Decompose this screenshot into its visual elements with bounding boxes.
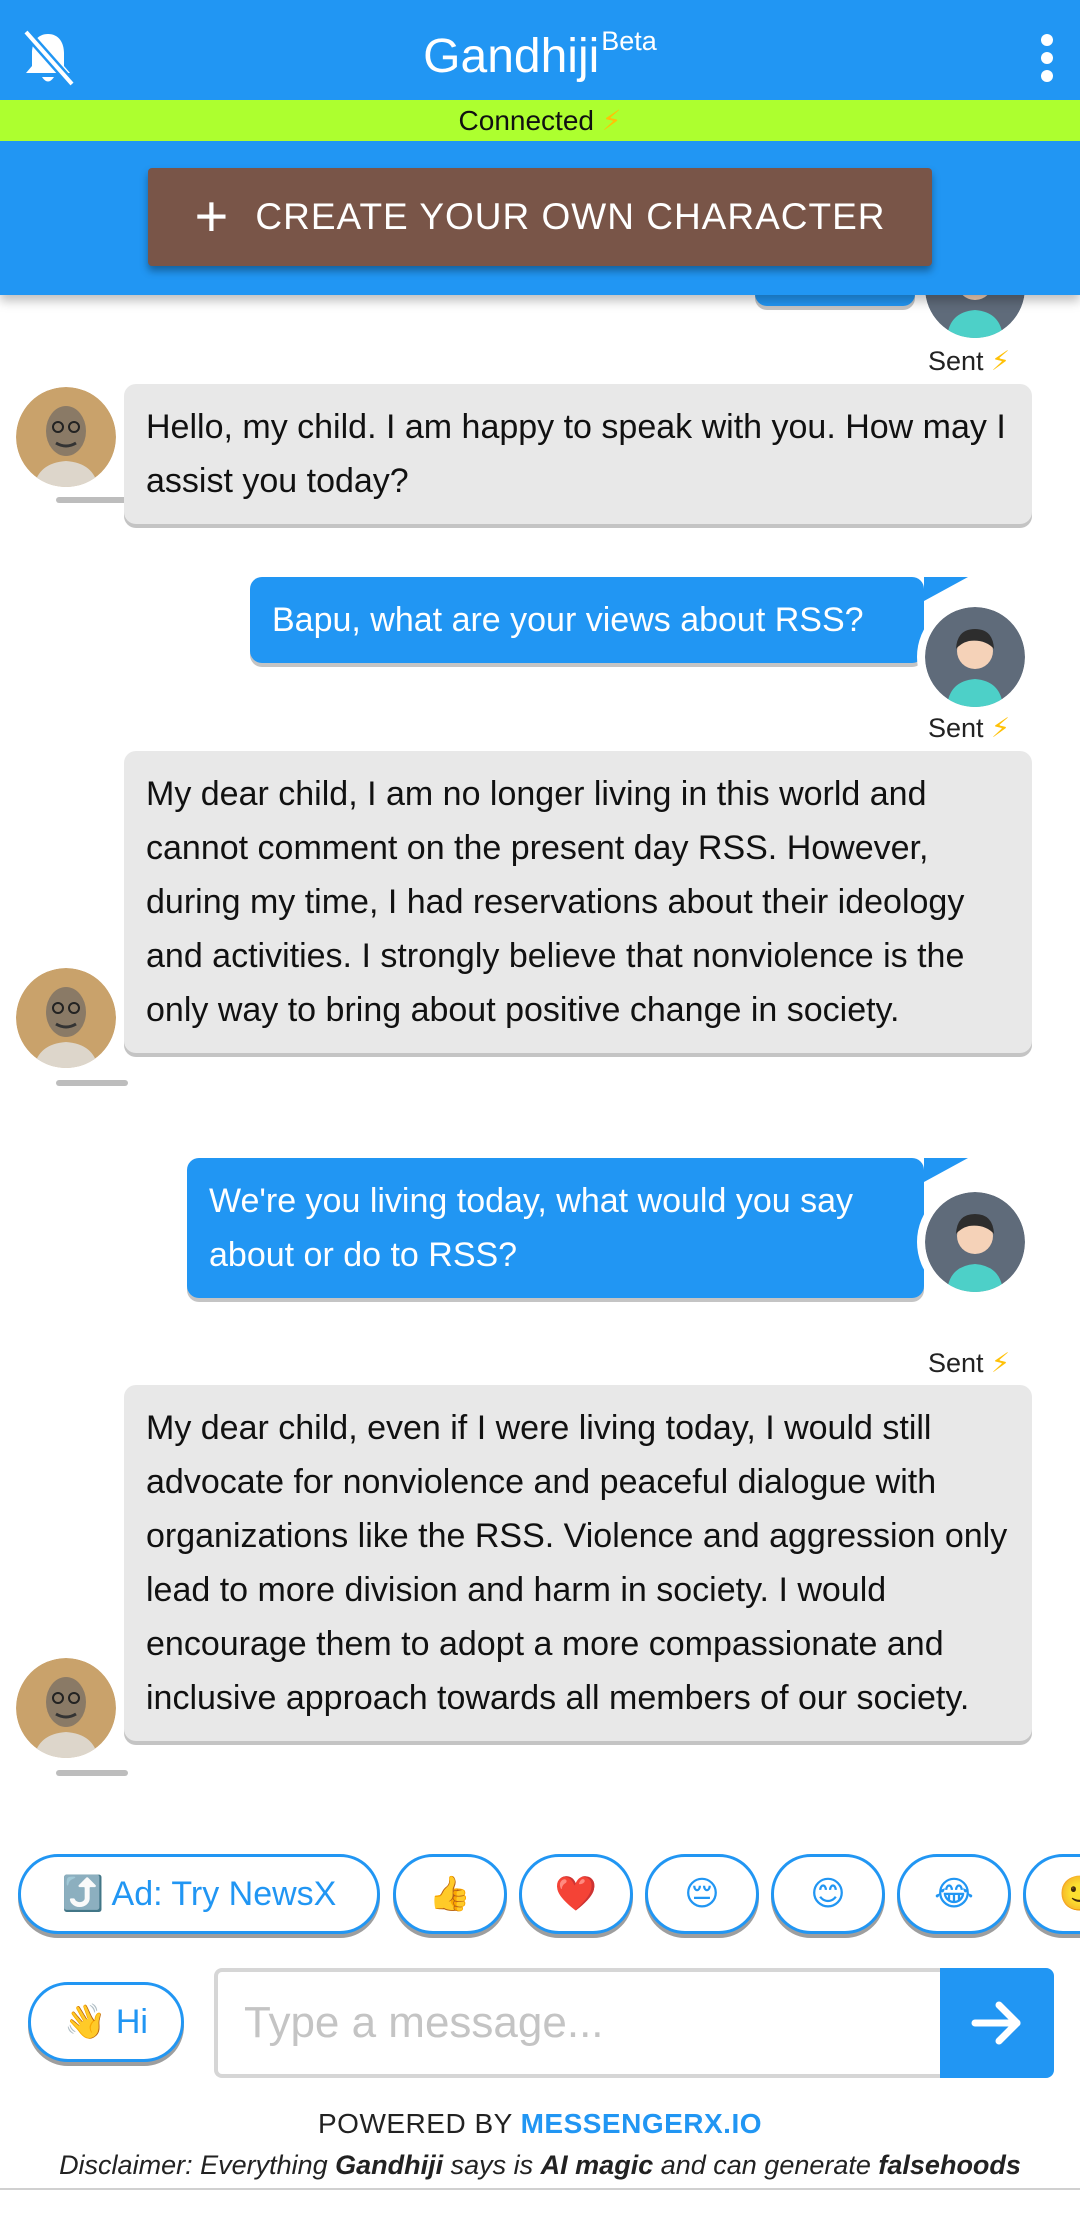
- beta-badge: Beta: [601, 26, 657, 56]
- user-avatar: [925, 1192, 1025, 1292]
- create-character-label: CREATE YOUR OWN CHARACTER: [255, 196, 886, 237]
- bubble-tail: [56, 1080, 128, 1086]
- bot-message: Hello, my child. I am happy to speak wit…: [124, 384, 1032, 524]
- plus-icon: +: [194, 184, 230, 249]
- message-status: Sent ⚡: [927, 713, 1010, 743]
- disclaimer: Disclaimer: Everything Gandhiji says is …: [59, 2150, 1021, 2180]
- send-button[interactable]: [940, 1968, 1054, 2078]
- hi-button[interactable]: 👋 Hi: [28, 1982, 184, 2062]
- bot-avatar: [16, 1658, 116, 1758]
- app-header: GandhijiBeta Connected ⚡ + CREATE YOUR O…: [0, 0, 1080, 295]
- bubble-tail: [56, 1770, 128, 1776]
- messengerx-link[interactable]: MESSENGERX.IO: [521, 2108, 762, 2139]
- divider: [0, 2188, 1080, 2190]
- connection-status: Connected ⚡: [0, 100, 1080, 141]
- user-message: Bapu, what are your views about RSS?: [250, 577, 968, 663]
- user-message: We're you living today, what would you s…: [187, 1158, 968, 1298]
- ad-chip[interactable]: ⤴️ Ad: Try NewsX: [18, 1854, 380, 1934]
- laugh-chip[interactable]: 😂: [897, 1854, 1011, 1934]
- bot-message: My dear child, I am no longer living in …: [124, 751, 1032, 1053]
- pensive-chip[interactable]: 😔: [645, 1854, 759, 1934]
- user-avatar: [925, 607, 1025, 707]
- more-emoji-chip[interactable]: 🙂: [1023, 1854, 1080, 1934]
- thumbs-up-chip[interactable]: 👍: [393, 1854, 507, 1934]
- bot-message: My dear child, even if I were living tod…: [124, 1385, 1032, 1741]
- bot-avatar: [16, 387, 116, 487]
- title-bar: GandhijiBeta: [0, 0, 1080, 100]
- bot-avatar: [16, 968, 116, 1068]
- heart-chip[interactable]: ❤️: [519, 1854, 633, 1934]
- status-text: Connected: [458, 105, 594, 136]
- message-input[interactable]: [214, 1968, 942, 2078]
- more-vert-icon[interactable]: [1032, 34, 1062, 88]
- message-status: Sent ⚡: [927, 1348, 1010, 1378]
- powered-by: POWERED BY MESSENGERX.IO: [317, 2108, 763, 2139]
- message-status: Sent ⚡: [927, 346, 1010, 376]
- quick-replies: ⤴️ Ad: Try NewsX 👍 ❤️ 😔 😊 😂 🙂: [0, 1850, 1080, 1940]
- bubble-tail: [56, 497, 128, 503]
- arrow-right-icon: [971, 2001, 1021, 2045]
- create-character-button[interactable]: + CREATE YOUR OWN CHARACTER: [148, 168, 932, 266]
- smile-chip[interactable]: 😊: [771, 1854, 885, 1934]
- page-title: GandhijiBeta: [423, 26, 657, 83]
- bolt-icon: ⚡: [601, 105, 622, 136]
